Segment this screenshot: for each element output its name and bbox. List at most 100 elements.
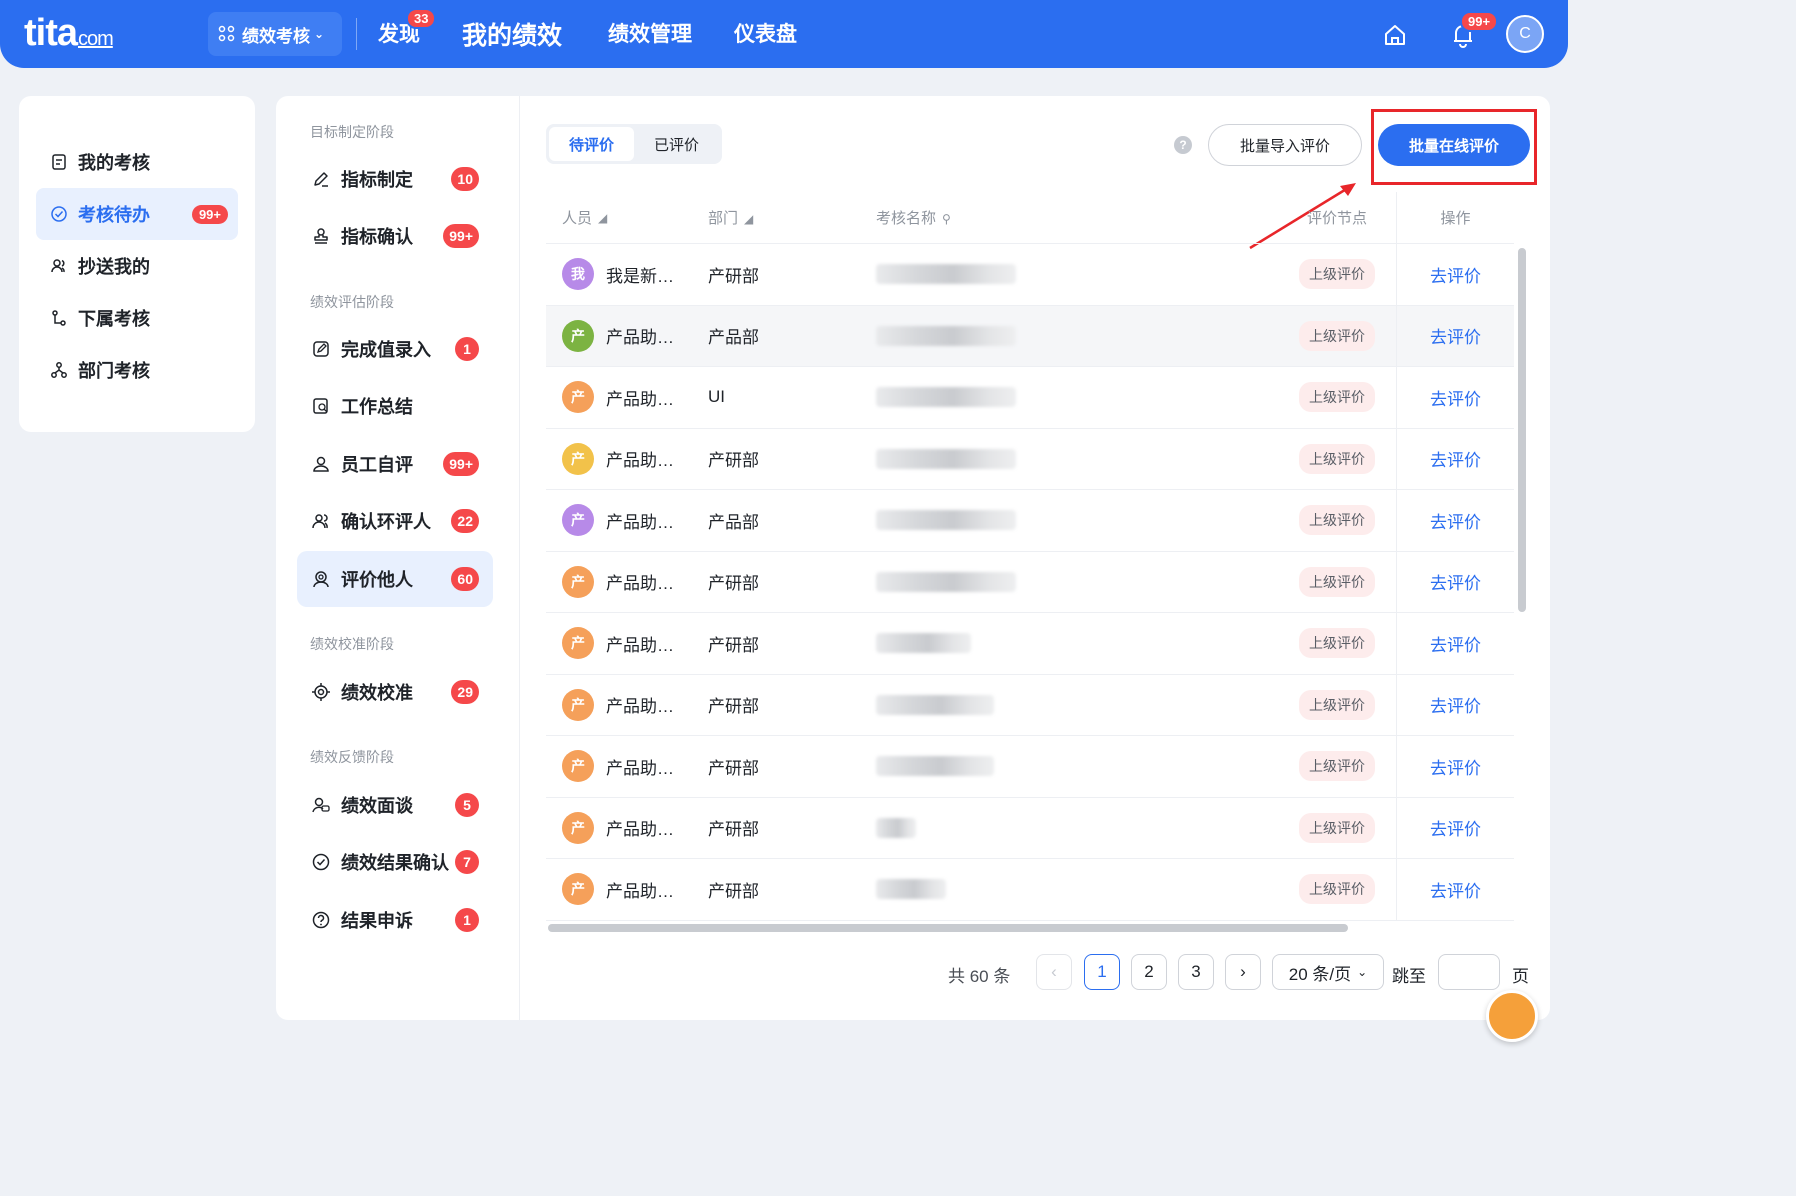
blurred-review-name xyxy=(876,571,1016,592)
cell-dept: 产研部 xyxy=(708,266,759,286)
stage-item-value-entry[interactable]: 完成值录入 1 xyxy=(297,321,493,377)
review-node-tag: 上级评价 xyxy=(1299,320,1375,351)
chevron-down-icon: ⌄ xyxy=(314,27,325,41)
go-review-link[interactable]: 去评价 xyxy=(1430,569,1481,594)
page-button-3[interactable]: 3 xyxy=(1178,954,1214,990)
table-row[interactable]: 我我是新… 产研部 上级评价 去评价 xyxy=(546,244,1514,306)
module-label: 绩效考核 xyxy=(242,26,310,46)
tab-done[interactable]: 已评价 xyxy=(634,127,719,161)
check-circle-icon xyxy=(51,206,67,222)
sidebar-item-subordinate-review[interactable]: 下属考核 xyxy=(36,292,238,344)
cell-dept: 产研部 xyxy=(708,451,759,471)
stage-item-label: 结果申诉 xyxy=(341,911,413,931)
filter-icon[interactable]: ◢ xyxy=(744,212,753,226)
stage-item-appeal[interactable]: 结果申诉 1 xyxy=(297,892,493,948)
go-review-link[interactable]: 去评价 xyxy=(1430,508,1481,533)
help-icon[interactable]: ? xyxy=(1174,136,1192,154)
cell-person: 产产品助… xyxy=(546,565,708,598)
cell-dept: 产研部 xyxy=(708,635,759,655)
search-icon[interactable]: ⚲ xyxy=(942,212,951,226)
review-node-tag: 上级评价 xyxy=(1299,382,1375,413)
next-page-button[interactable]: › xyxy=(1225,954,1261,990)
cell-review-name xyxy=(876,387,1278,408)
stage-item-interview[interactable]: 绩效面谈 5 xyxy=(297,777,493,833)
go-review-link[interactable]: 去评价 xyxy=(1430,446,1481,471)
stage-badge: 99+ xyxy=(443,452,479,476)
filter-icon[interactable]: ◢ xyxy=(598,211,607,225)
go-review-link[interactable]: 去评价 xyxy=(1430,877,1481,902)
table-row[interactable]: 产产品助… 产研部 上级评价 去评价 xyxy=(546,797,1514,859)
avatar: 产 xyxy=(562,750,594,783)
avatar: 产 xyxy=(562,688,594,721)
stage-list: 目标制定阶段 指标制定 10 指标确认 99+ 绩效评估阶段 完成值录入 1 工… xyxy=(276,96,520,1020)
stage-item-review-others[interactable]: 评价他人 60 xyxy=(297,551,493,607)
stage-item-calibration[interactable]: 绩效校准 29 xyxy=(297,664,493,720)
go-review-link[interactable]: 去评价 xyxy=(1430,631,1481,656)
page-button-1[interactable]: 1 xyxy=(1084,954,1120,990)
nav-performance-management[interactable]: 绩效管理 xyxy=(608,18,692,48)
module-select[interactable]: 绩效考核 ⌄ xyxy=(208,12,342,56)
cell-review-name xyxy=(876,325,1278,346)
table-row[interactable]: 产产品助… 产品部 上级评价 去评价 xyxy=(546,305,1514,367)
cell-person: 产产品助… xyxy=(546,442,708,475)
batch-import-button[interactable]: 批量导入评价 xyxy=(1208,124,1362,166)
prev-page-button[interactable]: ‹ xyxy=(1036,954,1072,990)
stage-badge: 5 xyxy=(455,793,479,817)
stage-item-indicator-setting[interactable]: 指标制定 10 xyxy=(297,151,493,207)
cell-review-name xyxy=(876,879,1278,900)
tab-pending[interactable]: 待评价 xyxy=(549,127,635,161)
table-row[interactable]: 产产品助… 产研部 上级评价 去评价 xyxy=(546,859,1514,921)
cell-operation: 去评价 xyxy=(1396,428,1514,489)
go-review-link[interactable]: 去评价 xyxy=(1430,754,1481,779)
nav-my-performance[interactable]: 我的绩效 xyxy=(462,16,562,52)
sidebar-item-department-review[interactable]: 部门考核 xyxy=(36,344,238,396)
cell-dept: 产品部 xyxy=(708,328,759,348)
table-row[interactable]: 产产品助… UI 上级评价 去评价 xyxy=(546,367,1514,429)
go-review-link[interactable]: 去评价 xyxy=(1430,815,1481,840)
stamp-icon xyxy=(314,228,328,244)
stage-item-confirm-reviewer[interactable]: 确认环评人 22 xyxy=(297,493,493,549)
cell-review-node: 上级评价 xyxy=(1278,628,1396,659)
pen-icon xyxy=(314,172,328,187)
sidebar-item-my-review[interactable]: 我的考核 xyxy=(36,136,238,188)
sidebar-item-label: 抄送我的 xyxy=(78,257,150,277)
page-button-2[interactable]: 2 xyxy=(1131,954,1167,990)
sidebar-item-cc-me[interactable]: 抄送我的 xyxy=(36,240,238,292)
table-row[interactable]: 产产品助… 产研部 上级评价 去评价 xyxy=(546,551,1514,613)
stage-item-result-confirm[interactable]: 绩效结果确认 7 xyxy=(297,834,493,890)
avatar: 产 xyxy=(562,627,594,660)
table-row[interactable]: 产产品助… 产研部 上级评价 去评价 xyxy=(546,736,1514,798)
person-name: 产品助… xyxy=(606,635,674,655)
go-review-link[interactable]: 去评价 xyxy=(1430,692,1481,717)
cell-person: 产产品助… xyxy=(546,504,708,537)
table-row[interactable]: 产产品助… 产研部 上级评价 去评价 xyxy=(546,674,1514,736)
customer-service-icon[interactable] xyxy=(1486,990,1538,1042)
table-row[interactable]: 产产品助… 产研部 上级评价 去评价 xyxy=(546,428,1514,490)
table-row[interactable]: 产产品助… 产研部 上级评价 去评价 xyxy=(546,613,1514,675)
stage-item-label: 绩效校准 xyxy=(341,683,413,703)
sidebar-item-review-todo[interactable]: 考核待办 99+ xyxy=(36,188,238,240)
avatar: 产 xyxy=(562,442,594,475)
horizontal-scrollbar[interactable] xyxy=(548,924,1348,932)
user-avatar[interactable]: C xyxy=(1506,15,1544,53)
tita-logo[interactable]: titacom xyxy=(24,12,114,55)
stage-item-self-review[interactable]: 员工自评 99+ xyxy=(297,436,493,492)
jump-page-input[interactable] xyxy=(1438,954,1500,990)
stage-item-indicator-confirm[interactable]: 指标确认 99+ xyxy=(297,208,493,264)
go-review-link[interactable]: 去评价 xyxy=(1430,262,1481,287)
chevron-right-icon: › xyxy=(1240,962,1246,981)
home-icon[interactable] xyxy=(1382,22,1408,48)
cell-review-node: 上级评价 xyxy=(1278,751,1396,782)
page-size-select[interactable]: 20 条/页 ⌄ xyxy=(1272,954,1384,990)
go-review-link[interactable]: 去评价 xyxy=(1430,323,1481,348)
stage-item-work-summary[interactable]: 工作总结 xyxy=(297,378,493,434)
cell-operation: 去评价 xyxy=(1396,244,1514,305)
cell-operation: 去评价 xyxy=(1396,736,1514,797)
table-row[interactable]: 产产品助… 产品部 上级评价 去评价 xyxy=(546,490,1514,552)
col-review-name: 考核名称 ⚲ xyxy=(876,210,951,227)
go-review-link[interactable]: 去评价 xyxy=(1430,385,1481,410)
vertical-scrollbar[interactable] xyxy=(1518,248,1526,612)
nav-dashboard[interactable]: 仪表盘 xyxy=(734,18,797,48)
cell-review-name xyxy=(876,448,1278,469)
sidebar-todo-badge: 99+ xyxy=(191,204,228,224)
